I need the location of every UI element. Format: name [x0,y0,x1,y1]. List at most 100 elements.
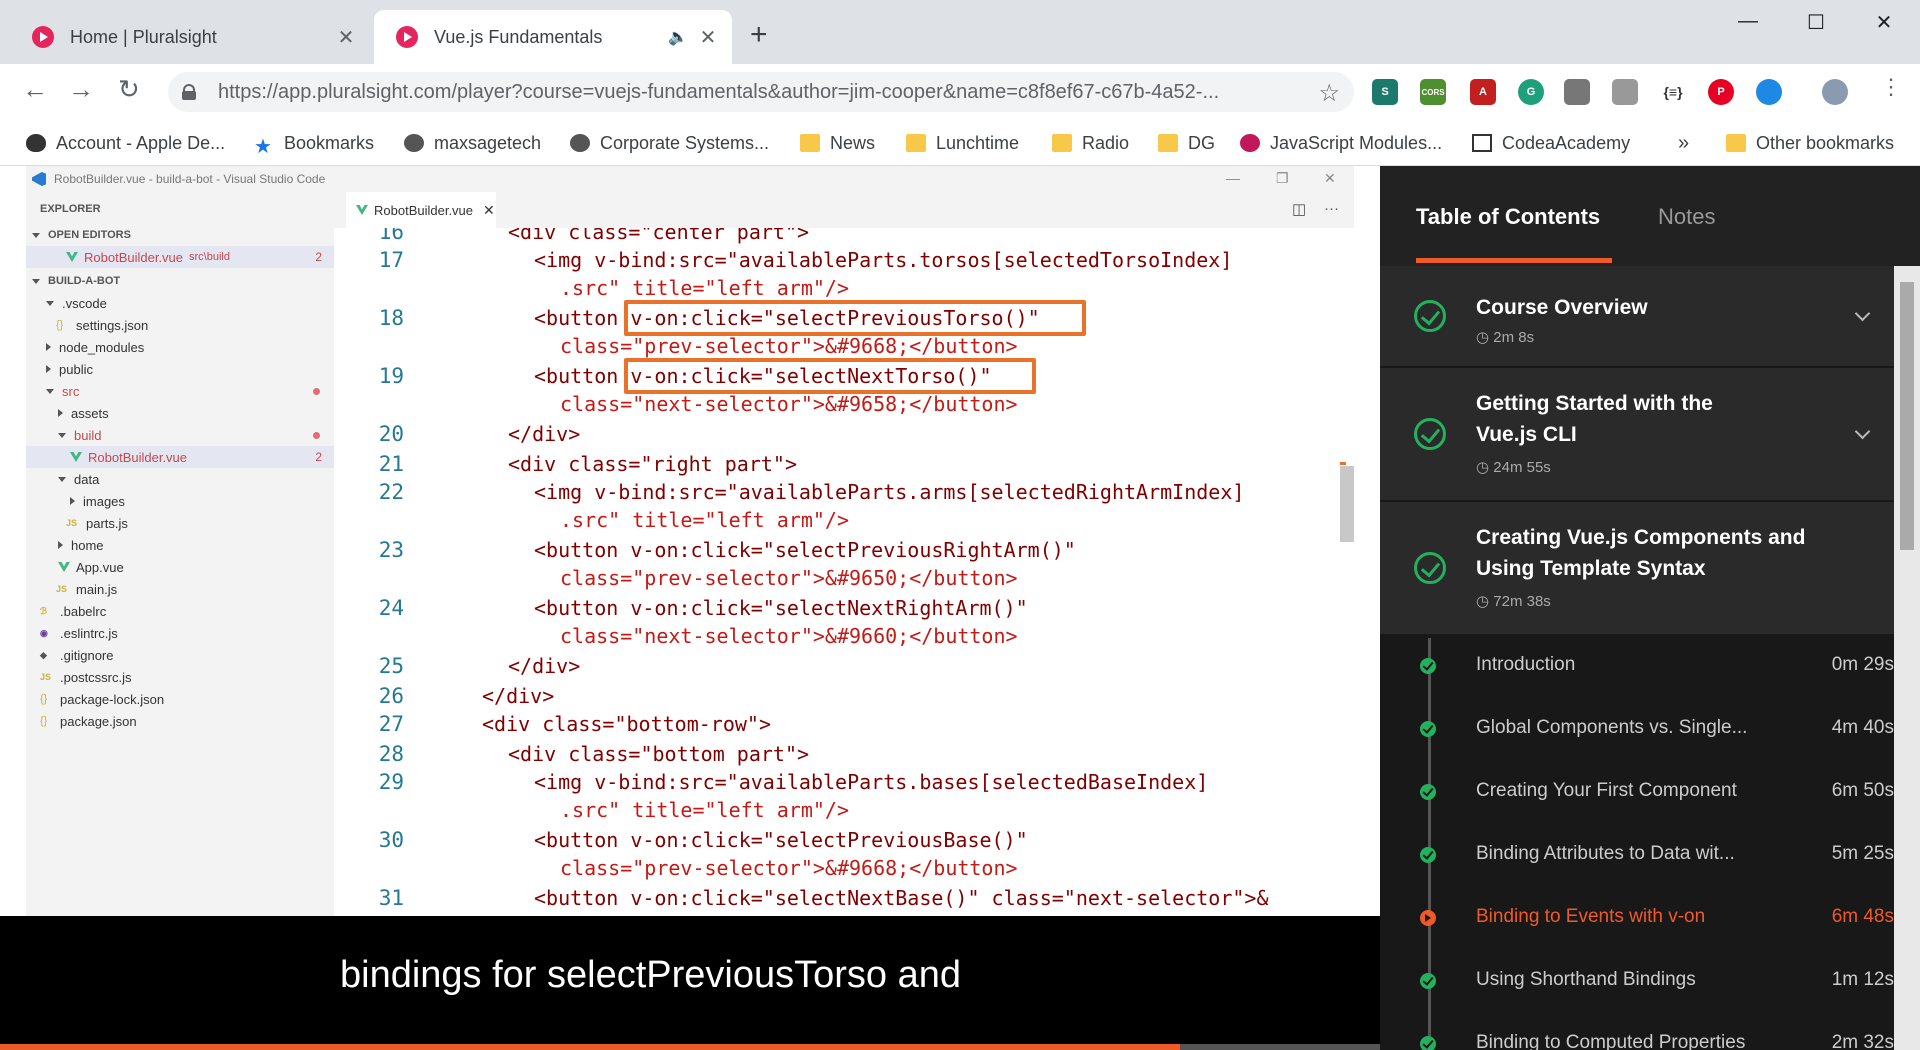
js-file-icon: JS [56,584,68,594]
tab-title: Vue.js Fundamentals [434,26,603,47]
chevron-right-icon [46,365,51,373]
extension-vue-devtools-icon[interactable] [1612,79,1638,105]
module-getting-started[interactable]: Getting Started with the Vue.js CLI ◷ 24… [1380,368,1894,502]
chevron-right-icon [70,497,75,505]
extension-json-icon[interactable]: {≡} [1660,79,1686,105]
close-icon[interactable]: ✕ [694,25,722,50]
clip-item[interactable]: Global Components vs. Single... 4m 40s [1380,697,1894,760]
tree-label: RobotBuilder.vue [88,449,188,465]
code-line: <button v-on:click="selectNextRightArm()… [534,596,1028,620]
clip-item-active[interactable]: Binding to Events with v-on 6m 48s [1380,886,1894,949]
tree-label: settings.json [76,317,149,333]
extension-pinterest-icon[interactable]: P [1708,79,1734,105]
bookmark-codeacademy[interactable]: CodeaAcademy [1472,120,1630,166]
browser-tab-home[interactable]: Home | Pluralsight ✕ [10,10,370,64]
close-icon: ✕ [1324,170,1336,186]
close-icon: ✕ [483,201,495,218]
minimize-icon[interactable]: — [1728,10,1768,33]
tree-label: node_modules [59,339,145,355]
folder-icon [1726,134,1746,152]
reload-icon[interactable]: ↻ [118,76,140,102]
bookmark-maxsagetech[interactable]: maxsagetech [404,120,541,166]
tree-label: data [74,471,100,487]
video-frame-vscode[interactable]: RobotBuilder.vue - build-a-bot - Visual … [0,166,1380,916]
code-line: <div class="center part"> [508,228,810,244]
bookmark-corporate-systems[interactable]: Corporate Systems... [570,120,769,166]
tab-table-of-contents[interactable]: Table of Contents [1416,204,1600,230]
line-number: 21 [378,452,404,476]
lock-icon[interactable] [182,84,196,100]
bookmark-javascript-modules[interactable]: JavaScript Modules... [1240,120,1442,166]
bookmark-apple[interactable]: Account - Apple De... [26,120,225,166]
bookmark-other[interactable]: Other bookmarks [1726,120,1894,166]
open-editor-item: RobotBuilder.vue src\build 2 [26,246,334,268]
new-tab-button[interactable]: + [750,20,768,50]
json-file-icon: {} [40,693,48,705]
clip-duration: 6m 50s [1831,780,1894,801]
speaker-icon[interactable]: 🔈 [668,27,688,47]
back-icon[interactable]: ← [22,76,48,102]
extension-pdf-icon[interactable]: A [1470,79,1496,105]
clip-item[interactable]: Creating Your First Component 6m 50s [1380,760,1894,823]
bookmark-bookmarks[interactable]: ★ Bookmarks [254,120,374,166]
clip-item[interactable]: Binding Attributes to Data wit... 5m 25s [1380,823,1894,886]
tree-item: {} package.json [26,710,334,732]
line-number: 17 [378,248,404,272]
module-creating-components[interactable]: Creating Vue.js Components and Using Tem… [1380,502,1894,636]
clip-item[interactable]: Using Shorthand Bindings 1m 12s [1380,949,1894,1012]
clip-duration: 0m 29s [1831,654,1894,675]
clip-duration: 4m 40s [1831,717,1894,738]
toc-scrollbar[interactable] [1894,266,1920,1050]
toc-scrollbar-thumb[interactable] [1900,282,1914,550]
extension-messenger-icon[interactable] [1756,79,1782,105]
module-course-overview[interactable]: Course Overview ◷ 2m 8s [1380,266,1894,368]
address-bar[interactable]: https://app.pluralsight.com/player?cours… [168,72,1354,112]
chevron-down-icon[interactable] [1854,423,1871,440]
clip-title: Binding to Events with v-on [1476,906,1706,927]
bookmark-news[interactable]: News [800,120,875,166]
code-line: class="prev-selector">&#9650;</button> [560,566,1018,590]
forward-icon[interactable]: → [68,76,94,102]
vue-file-icon [66,252,78,262]
profile-avatar[interactable] [1822,79,1848,105]
clip-title: Binding to Computed Properties [1476,1032,1746,1050]
browser-tab-vuejs[interactable]: Vue.js Fundamentals 🔈 ✕ [374,10,732,64]
extension-s-icon[interactable]: S [1372,79,1398,105]
tree-label: package-lock.json [60,691,165,707]
menu-kebab-icon[interactable]: ⋮ [1880,76,1902,98]
bookmark-dg[interactable]: DG [1158,120,1215,166]
line-number: 18 [378,306,404,330]
clip-item[interactable]: Binding to Computed Properties 2m 32s [1380,1012,1894,1050]
close-window-icon[interactable]: ✕ [1864,10,1904,35]
clip-item[interactable]: Introduction 0m 29s [1380,634,1894,697]
bookmark-radio[interactable]: Radio [1052,120,1129,166]
restore-icon: ❐ [1276,170,1289,186]
editor-scrollbar [1340,466,1354,542]
bookmark-label: Radio [1082,132,1130,153]
chevron-down-icon[interactable] [1854,305,1871,322]
bookmark-lunchtime[interactable]: Lunchtime [906,120,1019,166]
url-text[interactable]: https://app.pluralsight.com/player?cours… [218,81,1308,104]
checkmark-icon [1414,418,1446,450]
extension-cors-icon[interactable]: CORS [1420,79,1446,105]
line-number: 24 [378,596,404,620]
tree-label: home [71,537,104,553]
code-line: <img v-bind:src="availableParts.bases[se… [534,770,1209,794]
video-progress-bar[interactable] [0,1044,1380,1050]
bookmarks-overflow-button[interactable]: » [1678,120,1689,166]
extension-grammarly-icon[interactable]: G [1518,79,1544,105]
code-line: <div class="bottom-row"> [482,712,771,736]
vscode-icon [32,172,46,186]
close-icon[interactable]: ✕ [332,25,360,50]
module-title: Course Overview [1476,296,1648,319]
babel-file-icon: ℬ [40,605,48,616]
split-editor-icon: ◫ [1292,201,1307,218]
code-line: .src" title="left arm"/> [560,798,849,822]
bookmark-star-icon[interactable]: ☆ [1318,79,1340,108]
tree-item: {} settings.json [26,314,334,336]
clip-title: Global Components vs. Single... [1476,717,1748,738]
line-number: 16 [378,228,404,244]
maximize-icon[interactable]: ☐ [1796,10,1836,35]
extension-comment-icon[interactable] [1564,79,1590,105]
tab-notes[interactable]: Notes [1658,204,1715,230]
